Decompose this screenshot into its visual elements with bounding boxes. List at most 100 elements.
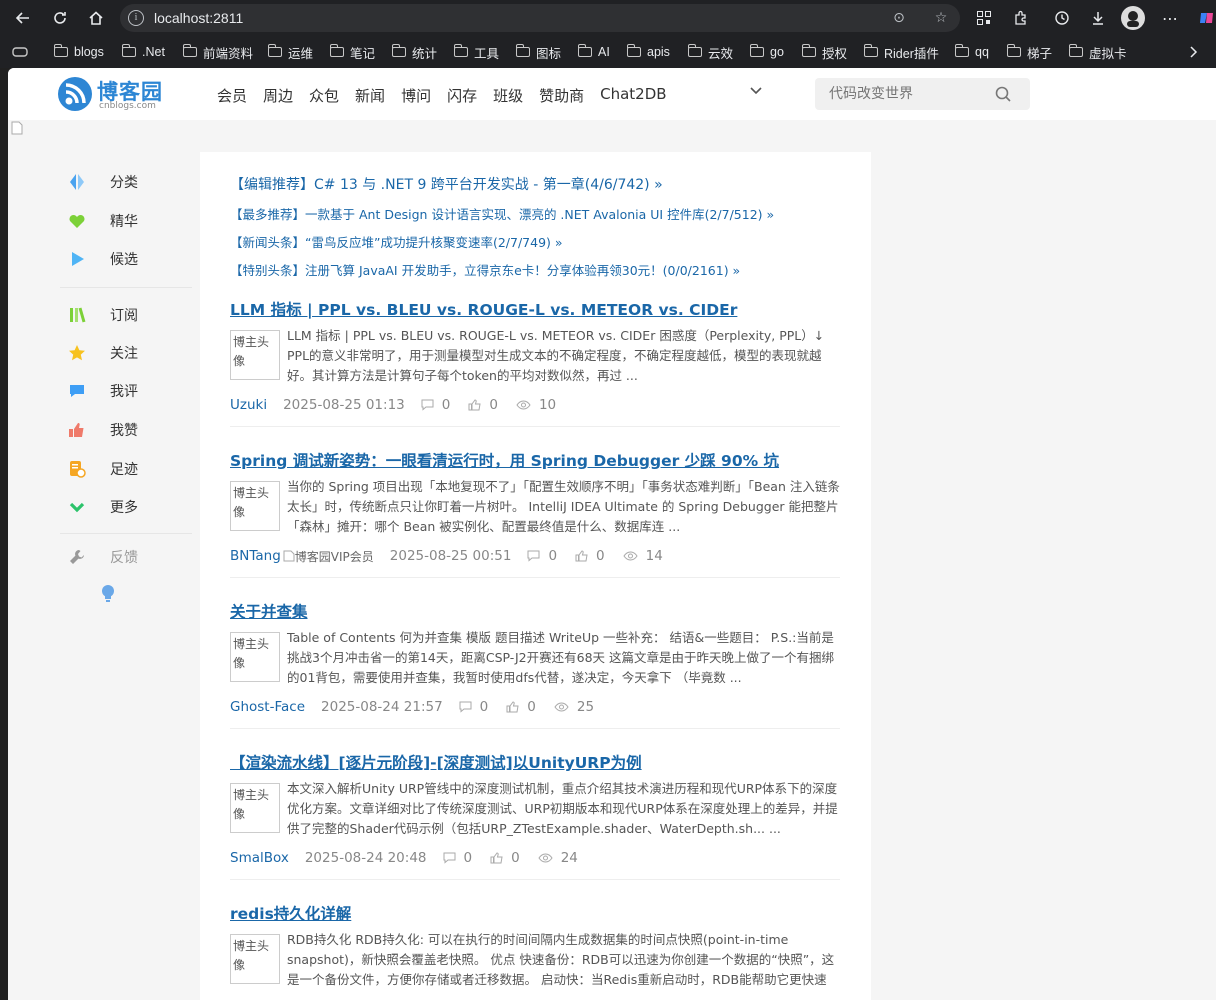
copilot-icon[interactable]: [1195, 6, 1216, 30]
nav-class[interactable]: 班级: [493, 85, 523, 106]
footprint-icon: [68, 460, 86, 478]
sidebar-item-category[interactable]: 分类: [60, 171, 138, 193]
bookmark-blogs[interactable]: blogs: [53, 43, 104, 61]
folder-icon: [391, 44, 406, 57]
bookmark-ai[interactable]: AI: [577, 43, 610, 61]
bookmark-tools[interactable]: 工具: [453, 43, 499, 61]
bookmark-dotnet[interactable]: .Net: [121, 43, 165, 61]
rec-most-recommended[interactable]: 【最多推荐】一款基于 Ant Design 设计语言实现、漂亮的 .NET Av…: [230, 204, 774, 223]
bookmark-apis[interactable]: apis: [626, 43, 670, 61]
bookmark-yunxiao[interactable]: 云效: [687, 43, 733, 61]
post-date: 2025-08-25 01:13: [283, 397, 405, 413]
bookmark-icons[interactable]: 图标: [515, 43, 561, 61]
sidebar-item-candidate[interactable]: 候选: [60, 248, 138, 270]
chevron-right-icon[interactable]: [1188, 43, 1198, 61]
browser-toolbar: i localhost:2811 ⊙ ☆ ⋯: [0, 0, 1216, 36]
post-likes[interactable]: 0: [490, 850, 520, 866]
extensions-icon[interactable]: [1009, 6, 1033, 30]
rec-special-headline[interactable]: 【特别头条】注册飞算 JavaAI 开发助手，立得京东e卡！分享体验再领30元！…: [230, 260, 740, 279]
lightbulb-icon[interactable]: [100, 583, 116, 605]
profile-avatar[interactable]: [1121, 6, 1145, 30]
sidebar-item-footprint[interactable]: 足迹: [60, 458, 138, 480]
like-count-icon: [575, 550, 588, 562]
bookmark-go[interactable]: go: [749, 43, 784, 61]
home-icon[interactable]: [84, 6, 108, 30]
heart-icon: [68, 212, 86, 230]
author-avatar[interactable]: 博主头像: [230, 934, 280, 984]
post-comments[interactable]: 0: [459, 699, 488, 715]
sidebar-item-feedback[interactable]: 反馈: [60, 546, 138, 568]
reading-list-icon[interactable]: [12, 43, 28, 61]
nav-merch[interactable]: 周边: [263, 85, 293, 106]
sidebar-item-my-likes[interactable]: 我赞: [60, 419, 138, 441]
post-likes[interactable]: 0: [468, 397, 498, 413]
download-icon[interactable]: [1086, 6, 1110, 30]
post-summary: 当你的 Spring 项目出现「本地复现不了」「配置生效顺序不明」「事务状态难判…: [287, 479, 840, 534]
search-input[interactable]: [827, 83, 981, 105]
post-title[interactable]: redis持久化详解: [230, 902, 351, 924]
favorite-star-icon[interactable]: ☆: [932, 9, 950, 27]
bookmark-ops[interactable]: 运维: [267, 43, 313, 61]
sidebar-item-my-comments[interactable]: 我评: [60, 380, 138, 402]
sidebar-item-more[interactable]: 更多: [60, 496, 138, 518]
post-likes[interactable]: 0: [575, 548, 605, 564]
post-likes[interactable]: 0: [506, 699, 536, 715]
folder-icon: [749, 44, 764, 57]
nav-sponsor[interactable]: 赞助商: [539, 85, 584, 106]
post-author[interactable]: Uzuki: [230, 397, 267, 413]
qr-code-icon[interactable]: [972, 6, 996, 30]
post-comments[interactable]: 0: [443, 850, 472, 866]
reader-icon[interactable]: ⊙: [890, 9, 908, 27]
bookmark-license[interactable]: 授权: [801, 43, 847, 61]
search-icon[interactable]: [995, 86, 1011, 102]
bookmark-virtual-card[interactable]: 虚拟卡: [1068, 43, 1127, 61]
sidebar-item-subscribe[interactable]: 订阅: [60, 304, 138, 326]
post-title[interactable]: Spring 调试新姿势：一眼看清运行时，用 Spring Debugger 少…: [230, 449, 779, 471]
post-divider: [230, 426, 840, 427]
bookmark-notes[interactable]: 笔记: [329, 43, 375, 61]
history-icon[interactable]: [1050, 6, 1074, 30]
search-box: [815, 78, 1030, 110]
post-views: 10: [516, 397, 556, 413]
author-avatar[interactable]: 博主头像: [230, 783, 280, 833]
post-title[interactable]: 【渲染流水线】[逐片元阶段]-[深度测试]以UnityURP为例: [230, 751, 642, 773]
post-author[interactable]: BNTang: [230, 548, 281, 564]
logo-icon[interactable]: [58, 77, 92, 111]
post-title[interactable]: 关于并查集: [230, 600, 308, 622]
site-info-icon[interactable]: i: [128, 10, 144, 26]
reload-icon[interactable]: [48, 6, 72, 30]
nav-chat2db[interactable]: Chat2DB: [600, 85, 666, 106]
rec-news-headline[interactable]: 【新闻头条】“雷鸟反应堆”成功提升核聚变速率(2/7/749) »: [230, 232, 563, 251]
post-author[interactable]: SmalBox: [230, 850, 289, 866]
nav-crowdsource[interactable]: 众包: [309, 85, 339, 106]
author-avatar[interactable]: 博主头像: [230, 481, 280, 531]
nav-flash[interactable]: 闪存: [447, 85, 477, 106]
nav-more-chevron-icon[interactable]: [749, 83, 763, 97]
bookmark-stats[interactable]: 统计: [391, 43, 437, 61]
nav-qa[interactable]: 博问: [401, 85, 431, 106]
post-comments[interactable]: 0: [421, 397, 450, 413]
sidebar-item-featured[interactable]: 精华: [60, 210, 138, 232]
address-bar[interactable]: i localhost:2811 ⊙ ☆: [120, 4, 960, 32]
bookmark-frontend[interactable]: 前端资料: [182, 43, 253, 61]
folder-icon: [53, 44, 68, 57]
bookmark-rider-plugins[interactable]: Rider插件: [863, 43, 939, 61]
back-icon[interactable]: [11, 6, 35, 30]
author-avatar[interactable]: 博主头像: [230, 330, 280, 380]
post-meta: SmalBox 2025-08-24 20:48 0 0 24: [230, 849, 596, 867]
rec-editor-pick[interactable]: 【编辑推荐】C# 13 与 .NET 9 跨平台开发实战 - 第一章(4/6/7…: [230, 174, 663, 194]
nav-news[interactable]: 新闻: [355, 85, 385, 106]
nav-member[interactable]: 会员: [217, 85, 247, 106]
post-comments[interactable]: 0: [527, 548, 557, 564]
bookmark-ladder[interactable]: 梯子: [1006, 43, 1052, 61]
post-author[interactable]: Ghost-Face: [230, 699, 305, 715]
bookmark-qq[interactable]: qq: [954, 43, 989, 61]
sidebar-item-follow[interactable]: 关注: [60, 342, 138, 364]
folder-icon: [329, 44, 344, 57]
more-menu-icon[interactable]: ⋯: [1158, 6, 1182, 30]
author-avatar[interactable]: 博主头像: [230, 632, 280, 682]
view-count-icon: [554, 702, 569, 712]
broken-image-icon: [11, 121, 25, 135]
site-header: 博客园 cnblogs.com 会员 周边 众包 新闻 博问 闪存 班级 赞助商…: [8, 68, 1216, 120]
post-title[interactable]: LLM 指标 | PPL vs. BLEU vs. ROUGE-L vs. ME…: [230, 298, 737, 320]
